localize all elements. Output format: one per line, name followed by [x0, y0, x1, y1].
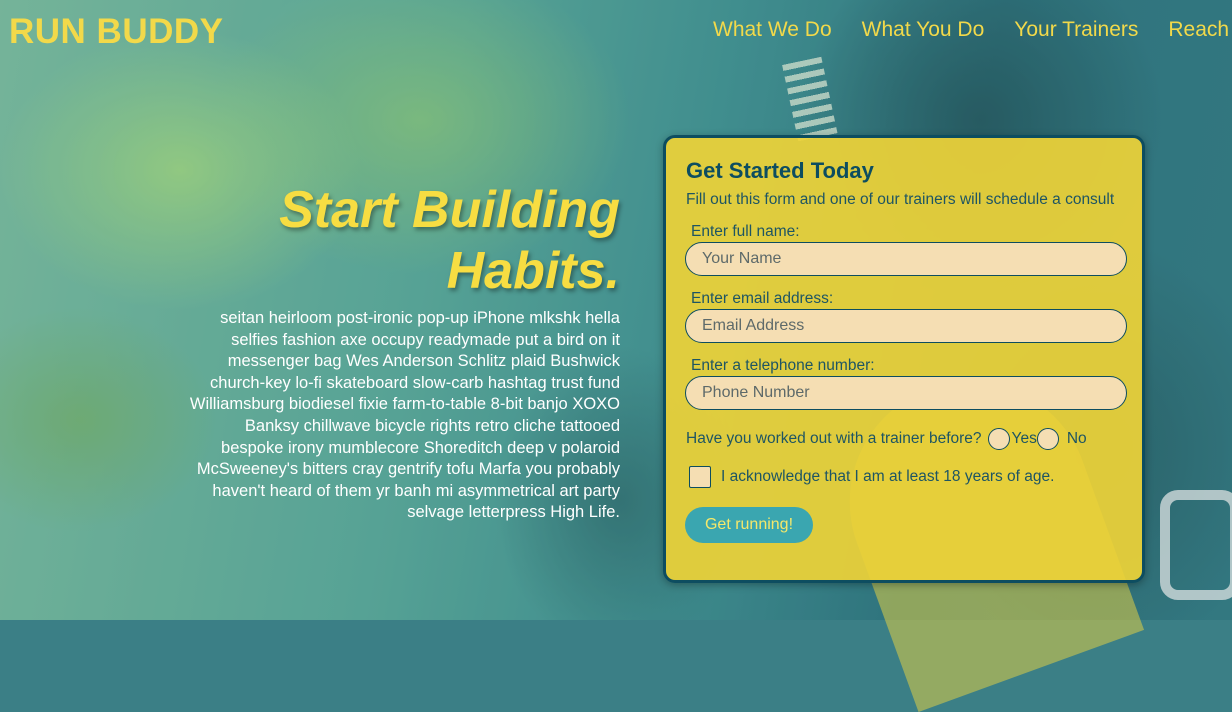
radio-no[interactable]: [1036, 428, 1059, 450]
nav-your-trainers[interactable]: Your Trainers: [1014, 18, 1138, 42]
signup-form-card: Get Started Today Fill out this form and…: [663, 135, 1145, 583]
logo-link[interactable]: RUN BUDDY: [9, 12, 224, 52]
nav-what-we-do[interactable]: What We Do: [713, 18, 832, 42]
hero-title: Start Building Habits.: [279, 181, 620, 300]
runner-watch: [1160, 490, 1232, 600]
form-title: Get Started Today: [686, 158, 874, 183]
radio-yes[interactable]: [987, 428, 1010, 450]
radio-yes-label: Yes: [1011, 430, 1037, 447]
trainer-question: Have you worked out with a trainer befor…: [686, 428, 1087, 450]
email-label: Enter email address:: [691, 290, 834, 307]
get-running-button[interactable]: Get running!: [685, 507, 813, 543]
name-label: Enter full name:: [691, 223, 800, 240]
age-ack-label: I acknowledge that I am at least 18 year…: [721, 468, 1055, 485]
phone-label: Enter a telephone number:: [691, 357, 875, 374]
age-ack-checkbox[interactable]: [689, 466, 711, 488]
site-header: RUN BUDDY What We Do What You Do Your Tr…: [0, 0, 1232, 64]
age-ack-row: I acknowledge that I am at least 18 year…: [689, 466, 1054, 488]
trainer-question-label: Have you worked out with a trainer befor…: [686, 430, 982, 447]
nav-reach-out[interactable]: Reach Out: [1168, 18, 1232, 42]
form-subtitle: Fill out this form and one of our traine…: [686, 191, 1115, 208]
main-nav: What We Do What You Do Your Trainers Rea…: [713, 18, 1232, 42]
nav-what-you-do[interactable]: What You Do: [862, 18, 985, 42]
phone-input[interactable]: [685, 376, 1127, 410]
radio-no-label: No: [1066, 430, 1087, 447]
email-input[interactable]: [685, 309, 1127, 343]
hero-body-text: seitan heirloom post-ironic pop-up iPhon…: [189, 309, 620, 522]
name-input[interactable]: [685, 242, 1127, 276]
